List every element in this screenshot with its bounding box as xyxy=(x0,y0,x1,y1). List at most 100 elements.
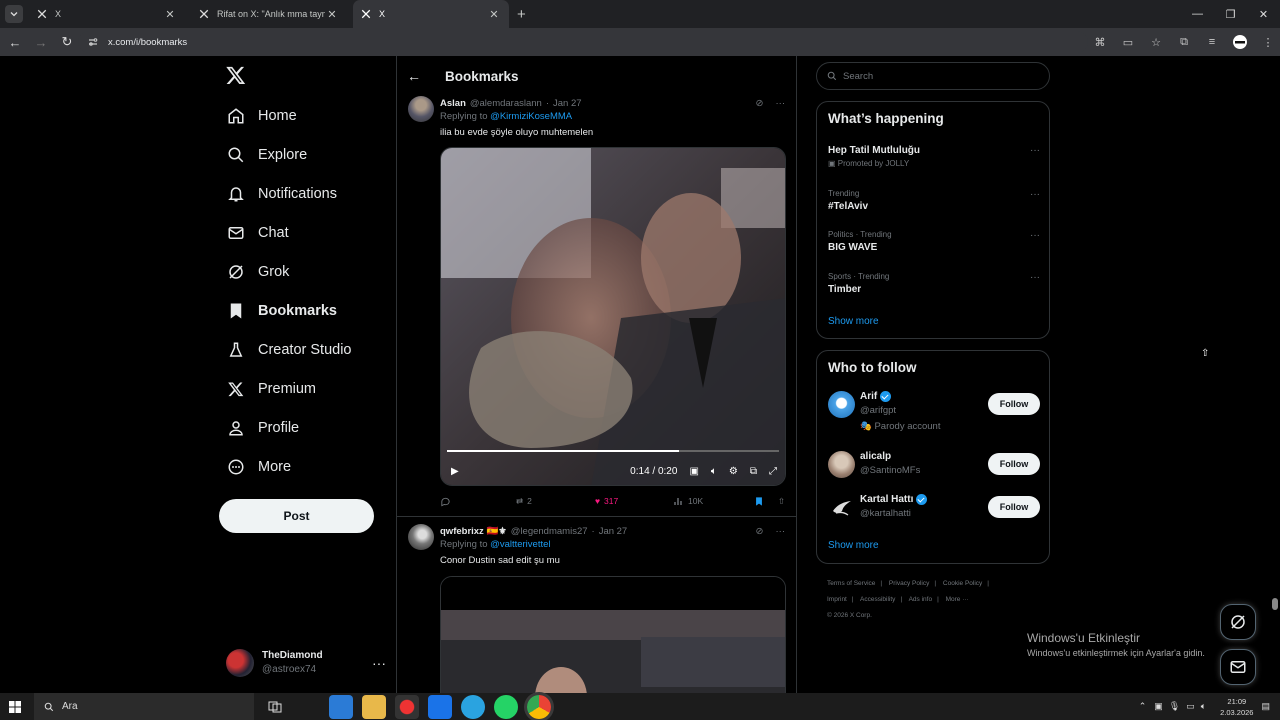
tab-search-button[interactable] xyxy=(5,5,23,23)
chrome-icon[interactable] xyxy=(527,694,551,719)
footer-link[interactable]: Privacy Policy xyxy=(889,580,929,587)
close-tab-icon[interactable]: ✕ xyxy=(325,8,339,21)
settings-icon[interactable]: ⚙ xyxy=(729,466,738,477)
grok-icon[interactable]: ⊘ xyxy=(756,98,764,109)
views-button[interactable]: 10K xyxy=(674,496,753,506)
nav-grok[interactable]: Grok xyxy=(226,257,289,287)
trend-item[interactable]: Sports · Trending Timber ··· xyxy=(828,272,1040,295)
bookmark-button[interactable] xyxy=(754,496,764,507)
network-icon[interactable]: ▭ xyxy=(1186,701,1195,712)
media-control-icon[interactable]: ≡ xyxy=(1200,30,1224,54)
new-tab-button[interactable]: + xyxy=(517,6,526,23)
author-name[interactable]: Aslan xyxy=(440,98,466,109)
close-window-icon[interactable]: ✕ xyxy=(1247,0,1280,28)
planner-app-icon[interactable] xyxy=(428,694,452,719)
follow-button[interactable]: Follow xyxy=(988,453,1040,475)
tray-app-icon[interactable]: ▣ xyxy=(1154,701,1163,712)
notification-icon[interactable]: ▤ xyxy=(1261,701,1270,712)
author-handle[interactable]: @legendmamis27 xyxy=(511,526,588,537)
avatar[interactable] xyxy=(408,96,434,122)
reply-button[interactable] xyxy=(440,496,516,507)
trend-item[interactable]: Trending #TelAviv ··· xyxy=(828,189,1040,212)
nav-home[interactable]: Home xyxy=(226,101,297,131)
back-arrow-icon[interactable]: ← xyxy=(4,31,26,53)
scrollbar-thumb[interactable] xyxy=(1272,598,1278,610)
nav-creator-studio[interactable]: Creator Studio xyxy=(226,335,352,365)
play-icon[interactable]: ▶ xyxy=(451,466,459,477)
more-dots-icon[interactable]: ··· xyxy=(776,526,786,537)
weather-app-icon[interactable] xyxy=(329,694,353,719)
pip-icon[interactable]: ⧉ xyxy=(750,466,757,477)
forward-arrow-icon[interactable]: → xyxy=(30,31,52,53)
tweet-video[interactable]: ▶ 0:14 / 0:20 ▣ 🔈︎ ⚙ ⧉ ⤢ xyxy=(440,147,786,486)
footer-link[interactable]: Cookie Policy xyxy=(943,580,982,587)
back-arrow-icon[interactable]: ← xyxy=(407,68,431,84)
telegram-icon[interactable] xyxy=(461,694,485,719)
repost-button[interactable]: ⇄ 2 xyxy=(516,496,595,507)
trend-item[interactable]: Hep Tatil Mutluluğu ▣ Promoted by JOLLY … xyxy=(828,145,1040,168)
messages-fab-button[interactable] xyxy=(1220,649,1256,685)
fullscreen-icon[interactable]: ⤢ xyxy=(769,466,777,477)
footer-link[interactable]: Accessibility xyxy=(860,596,895,603)
kebab-menu-icon[interactable]: ⋮ xyxy=(1256,30,1280,54)
star-icon[interactable]: ☆ xyxy=(1144,30,1168,54)
more-dots-icon[interactable]: ··· xyxy=(776,98,786,109)
grok-fab-button[interactable] xyxy=(1220,604,1256,640)
follow-button[interactable]: Follow xyxy=(988,496,1040,518)
nav-explore[interactable]: Explore xyxy=(226,140,307,170)
footer-link[interactable]: More ··· xyxy=(946,596,969,603)
cast-icon[interactable]: ▭ xyxy=(1116,30,1140,54)
clock[interactable]: 21:09 2.03.2026 xyxy=(1220,696,1253,718)
nav-premium[interactable]: Premium xyxy=(226,374,316,404)
show-more-link[interactable]: Show more xyxy=(828,316,879,327)
tweet[interactable]: qwfebrixz 🇪🇸⚜ @legendmamis27 · Jan 27 ⊘ … xyxy=(397,524,796,693)
grok-icon[interactable]: ⊘ xyxy=(756,526,764,537)
nav-profile[interactable]: Profile xyxy=(226,413,299,443)
show-more-link[interactable]: Show more xyxy=(828,540,879,551)
extensions-icon[interactable]: ⧉ xyxy=(1172,30,1196,54)
author-name[interactable]: qwfebrixz 🇪🇸⚜ xyxy=(440,526,507,537)
more-dots-icon[interactable]: ··· xyxy=(1030,230,1040,241)
avatar[interactable] xyxy=(828,451,855,478)
restore-icon[interactable]: ❐ xyxy=(1214,0,1247,28)
follow-suggestion[interactable]: alicalp @SantinoMFs Follow xyxy=(828,451,1040,491)
user-name[interactable]: alicalp xyxy=(860,451,891,462)
windows-start-icon[interactable] xyxy=(0,700,30,713)
user-name[interactable]: Kartal Hattı xyxy=(860,494,928,505)
video-progress[interactable] xyxy=(447,450,679,452)
share-button[interactable]: ⇧ xyxy=(778,496,785,507)
avatar[interactable] xyxy=(828,391,855,418)
tweet-date[interactable]: Jan 27 xyxy=(553,98,582,109)
avatar[interactable] xyxy=(828,494,855,521)
nav-bookmarks[interactable]: Bookmarks xyxy=(226,296,337,326)
browser-tab-2[interactable]: Rifat on X: "Anlık mma taymı h.. ✕ xyxy=(191,0,347,28)
browser-tab-3-active[interactable]: X ✕ xyxy=(353,0,509,28)
translate-icon[interactable]: ⌘ xyxy=(1088,30,1112,54)
more-dots-icon[interactable]: ··· xyxy=(1030,145,1040,156)
footer-link[interactable]: Ads info xyxy=(909,596,933,603)
file-explorer-icon[interactable] xyxy=(362,694,386,719)
post-button[interactable]: Post xyxy=(219,499,374,533)
tweet-video[interactable] xyxy=(440,576,786,693)
reload-icon[interactable]: ↻ xyxy=(56,31,78,53)
nav-chat[interactable]: Chat xyxy=(226,218,289,248)
more-dots-icon[interactable]: ··· xyxy=(1030,189,1040,200)
footer-link[interactable]: Terms of Service xyxy=(827,580,875,587)
close-tab-icon[interactable]: ✕ xyxy=(163,8,177,21)
tweet[interactable]: Aslan @alemdaraslann · Jan 27 ⊘ ··· Repl… xyxy=(397,96,796,516)
replying-to-link[interactable]: @valtterivettel xyxy=(490,539,550,550)
trend-item[interactable]: Politics · Trending BIG WAVE ··· xyxy=(828,230,1040,253)
follow-button[interactable]: Follow xyxy=(988,393,1040,415)
follow-suggestion[interactable]: Kartal Hattı @kartalhatti Follow xyxy=(828,494,1040,534)
captions-icon[interactable]: ▣ xyxy=(689,466,698,477)
site-info-icon[interactable] xyxy=(88,37,98,47)
like-button[interactable]: ♥ 317 xyxy=(595,496,674,506)
follow-suggestion[interactable]: Arif @arifgpt 🎭 Parody account Follow xyxy=(828,391,1040,437)
profile-avatar-icon[interactable] xyxy=(1228,30,1252,54)
whatsapp-icon[interactable] xyxy=(494,694,518,719)
x-logo-icon[interactable] xyxy=(226,65,252,91)
account-switcher[interactable]: TheDiamond @astroex74 ··· xyxy=(226,648,386,678)
tray-chevron-icon[interactable]: ⌃ xyxy=(1139,701,1147,712)
microphone-icon[interactable]: 🎙︎ xyxy=(1169,701,1180,712)
tweet-date[interactable]: Jan 27 xyxy=(599,526,628,537)
